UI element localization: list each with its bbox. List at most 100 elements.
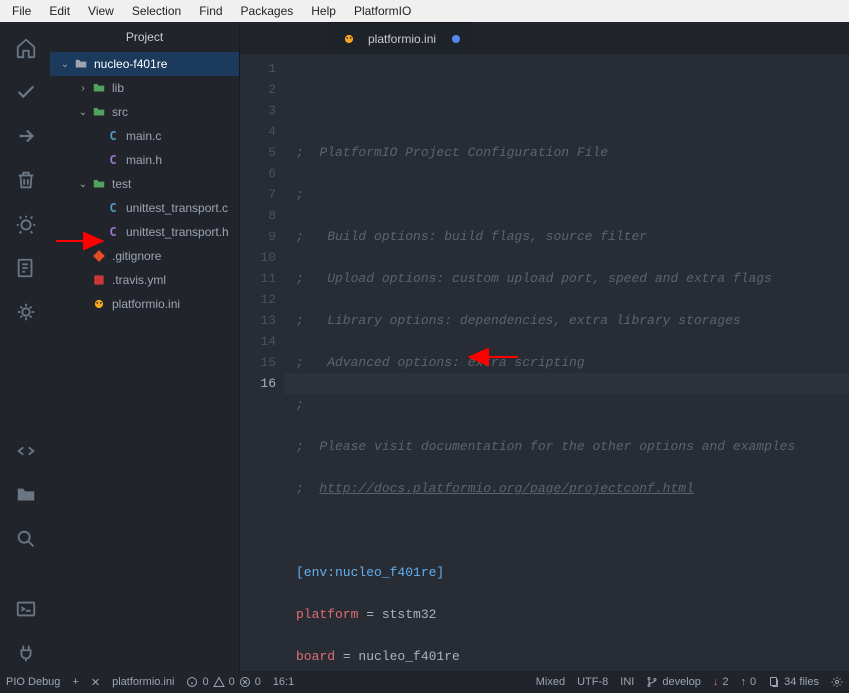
info-icon xyxy=(186,676,198,688)
chevron-down-icon: ⌄ xyxy=(76,179,90,190)
tree-label: main.h xyxy=(126,153,162,167)
star-bug-icon[interactable] xyxy=(7,294,43,330)
tree-file-main-c[interactable]: C main.c xyxy=(50,124,239,148)
status-files[interactable]: 34 files xyxy=(768,676,819,688)
status-filename[interactable]: platformio.ini xyxy=(112,676,174,688)
code-key: platform xyxy=(296,607,358,622)
tree-label: lib xyxy=(112,81,124,95)
menu-help[interactable]: Help xyxy=(303,2,344,20)
menu-edit[interactable]: Edit xyxy=(41,2,78,20)
code-line: ; Build options: build flags, source fil… xyxy=(296,229,647,244)
code-body[interactable]: ; PlatformIO Project Configuration File … xyxy=(284,54,849,671)
menu-platformio[interactable]: PlatformIO xyxy=(346,2,419,20)
status-cursor-pos[interactable]: 16:1 xyxy=(273,676,294,688)
plug-icon[interactable] xyxy=(7,635,43,671)
c-file-icon: C xyxy=(104,201,122,215)
tree-file-platformio[interactable]: platformio.ini xyxy=(50,292,239,316)
statusbar: PIO Debug + ✕ platformio.ini 0 0 0 16:1 … xyxy=(0,671,849,693)
tree-root[interactable]: ⌄ nucleo-f401re xyxy=(50,52,239,76)
terminal-icon[interactable] xyxy=(7,591,43,627)
folder-icon xyxy=(90,177,108,191)
status-close-icon[interactable]: ✕ xyxy=(91,676,100,689)
h-file-icon: C xyxy=(104,225,122,239)
chevron-down-icon: ⌄ xyxy=(76,107,90,118)
home-icon[interactable] xyxy=(7,30,43,66)
file-tree: ⌄ nucleo-f401re › lib ⌄ src C main.c C m… xyxy=(50,52,239,671)
code-section: [env:nucleo_f401re] xyxy=(296,565,444,580)
line-gutter: 12345678910111213141516 xyxy=(240,54,284,671)
arrow-right-icon[interactable] xyxy=(7,118,43,154)
tab-platformio-ini[interactable]: platformio.ini xyxy=(328,22,472,54)
status-git-pull[interactable]: ↓2 xyxy=(713,676,729,688)
chevron-down-icon: ⌄ xyxy=(58,59,72,70)
menubar: File Edit View Selection Find Packages H… xyxy=(0,0,849,22)
code-icon[interactable] xyxy=(7,433,43,469)
activitybar xyxy=(0,22,50,671)
warning-icon xyxy=(213,676,225,688)
h-file-icon: C xyxy=(104,153,122,167)
status-diagnostics[interactable]: 0 0 0 xyxy=(186,676,260,688)
status-branch[interactable]: develop xyxy=(646,676,701,688)
code-value: ststm32 xyxy=(382,607,437,622)
tab-bar: platformio.ini xyxy=(240,22,849,54)
tree-file-ut-c[interactable]: C unittest_transport.c xyxy=(50,196,239,220)
platformio-icon xyxy=(340,32,358,46)
menu-packages[interactable]: Packages xyxy=(233,2,302,20)
gear-icon xyxy=(831,676,843,688)
menu-selection[interactable]: Selection xyxy=(124,2,189,20)
sidebar-title: Project xyxy=(50,22,239,52)
code-value: nucleo_f401re xyxy=(358,649,459,664)
code-line: ; Please visit documentation for the oth… xyxy=(296,439,795,454)
code-link[interactable]: http://docs.platformio.org/page/projectc… xyxy=(319,481,693,496)
sidebar: Project ⌄ nucleo-f401re › lib ⌄ src C ma… xyxy=(50,22,240,671)
error-icon xyxy=(239,676,251,688)
status-add-icon[interactable]: + xyxy=(72,676,78,688)
status-debug[interactable]: PIO Debug xyxy=(6,676,60,688)
tree-file-travis[interactable]: .travis.yml xyxy=(50,268,239,292)
tree-label: .gitignore xyxy=(112,249,161,263)
travis-icon xyxy=(90,273,108,287)
files-icon xyxy=(768,676,780,688)
menu-view[interactable]: View xyxy=(80,2,122,20)
tree-file-ut-h[interactable]: C unittest_transport.h xyxy=(50,220,239,244)
folder-icon xyxy=(90,105,108,119)
search-icon[interactable] xyxy=(7,521,43,557)
menu-find[interactable]: Find xyxy=(191,2,230,20)
status-language[interactable]: INI xyxy=(620,676,634,688)
check-icon[interactable] xyxy=(7,74,43,110)
tree-folder-lib[interactable]: › lib xyxy=(50,76,239,100)
code-line: ; xyxy=(296,397,304,412)
code-line: ; Advanced options: extra scripting xyxy=(296,355,585,370)
tree-label: main.c xyxy=(126,129,161,143)
folder-icon xyxy=(90,81,108,95)
bug-icon[interactable] xyxy=(7,206,43,242)
code-line: ; Library options: dependencies, extra l… xyxy=(296,313,741,328)
folder-icon[interactable] xyxy=(7,477,43,513)
tree-file-main-h[interactable]: C main.h xyxy=(50,148,239,172)
git-branch-icon xyxy=(646,676,658,688)
tree-label: unittest_transport.c xyxy=(126,201,228,215)
editor-area: platformio.ini 12345678910111213141516 ;… xyxy=(240,22,849,671)
status-git-push[interactable]: ↑0 xyxy=(741,676,757,688)
status-settings-icon[interactable] xyxy=(831,676,843,688)
trash-icon[interactable] xyxy=(7,162,43,198)
tree-label: nucleo-f401re xyxy=(94,57,167,71)
tree-folder-test[interactable]: ⌄ test xyxy=(50,172,239,196)
tree-label: unittest_transport.h xyxy=(126,225,229,239)
menu-file[interactable]: File xyxy=(4,2,39,20)
status-encoding[interactable]: UTF-8 xyxy=(577,676,608,688)
code-line: ; xyxy=(296,187,304,202)
platformio-icon xyxy=(90,297,108,311)
tree-label: .travis.yml xyxy=(112,273,166,287)
tree-label: platformio.ini xyxy=(112,297,180,311)
task-icon[interactable] xyxy=(7,250,43,286)
tree-label: test xyxy=(112,177,131,191)
tree-folder-src[interactable]: ⌄ src xyxy=(50,100,239,124)
code-editor[interactable]: 12345678910111213141516 ; PlatformIO Pro… xyxy=(240,54,849,671)
modified-dot-icon xyxy=(452,35,460,43)
tree-file-gitignore[interactable]: .gitignore xyxy=(50,244,239,268)
git-icon xyxy=(90,249,108,263)
status-line-ending[interactable]: Mixed xyxy=(536,676,565,688)
chevron-right-icon: › xyxy=(76,83,90,94)
code-line: ; xyxy=(296,481,319,496)
